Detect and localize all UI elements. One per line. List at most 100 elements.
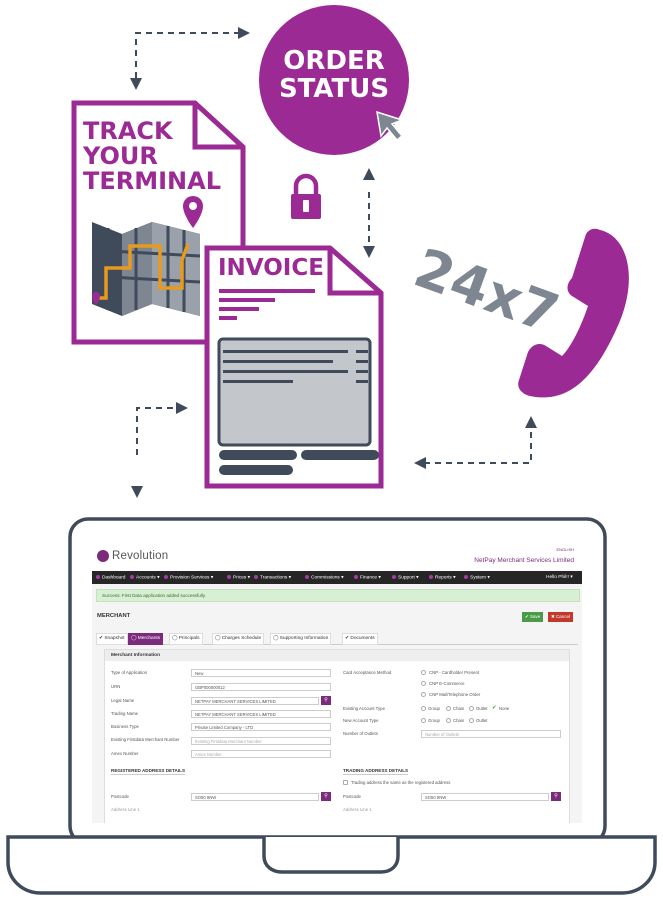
main-nav: Dashboard Accounts ▾ Provision Services … — [92, 571, 582, 584]
legal-name-label: Legal Name — [111, 698, 135, 703]
order-status-label: ORDER STATUS — [272, 47, 396, 103]
urn-field[interactable]: GBP000000012 — [191, 683, 331, 691]
registered-address-line-label: Address Line 1 — [111, 807, 140, 812]
tab-supporting-information[interactable]: ◯ Supporting Information — [270, 633, 332, 645]
nav-provision[interactable]: Provision Services ▾ — [164, 574, 213, 580]
merchant-panel: Merchant Information Type of Application… — [104, 649, 570, 823]
outlets-field[interactable]: Number of Outlets — [421, 730, 561, 738]
panel-header: Merchant Information — [105, 650, 569, 661]
business-type-select[interactable]: Private Limited Company - LTD — [191, 723, 331, 731]
trading-search-icon[interactable]: ⚲ — [551, 792, 561, 801]
nav-support[interactable]: Support ▾ — [392, 574, 419, 580]
user-menu[interactable]: Hello Phil!! ▾ — [546, 575, 573, 580]
radio-ecommerce[interactable] — [421, 681, 426, 686]
same-address-label: Trading address the same as the register… — [351, 780, 451, 785]
nav-system[interactable]: System ▾ — [464, 574, 490, 580]
radio-existing-group[interactable] — [421, 706, 426, 711]
registered-postcode-label: Postcode — [111, 794, 129, 799]
option-mail-order: CNP Mail/Telephone Order — [429, 692, 481, 697]
accounts-icon — [130, 574, 134, 579]
panel-title: Merchant Information — [111, 653, 161, 658]
arrow-head-down — [131, 486, 143, 498]
nav-prices[interactable]: Prices ▾ — [227, 574, 250, 580]
radio-new-chain[interactable] — [446, 718, 451, 723]
order-status-line1: ORDER — [283, 46, 385, 76]
trading-address-title: TRADING ADDRESS DETAILS — [343, 768, 409, 775]
card-method-label: Card Acceptance Method — [343, 670, 392, 675]
radio-cardholder-present[interactable] — [421, 670, 426, 675]
app-logo[interactable]: Revolution — [112, 550, 168, 562]
map-icon — [91, 222, 201, 316]
nav-accounts[interactable]: Accounts ▾ — [130, 574, 159, 580]
success-alert: Success: First Data application added su… — [96, 589, 580, 602]
registered-address-title: REGISTERED ADDRESS DETAILS — [111, 768, 186, 775]
trading-name-field[interactable]: NETPAY MERCHANT SERVICES LIMITED — [191, 710, 331, 718]
track-line3: TERMINAL — [83, 167, 222, 195]
type-select[interactable]: New — [191, 669, 331, 677]
support-icon — [392, 574, 396, 579]
page-title: MERCHANT — [97, 613, 131, 619]
transactions-icon — [254, 574, 258, 579]
order-status-line2: STATUS — [278, 74, 390, 104]
language-selector[interactable]: ENGLISH — [556, 547, 574, 552]
option-cardholder-present: CNP - Cardholder Present — [429, 670, 480, 675]
same-address-checkbox[interactable] — [343, 780, 348, 785]
arrow-head-down — [363, 246, 375, 258]
tab-snapshot[interactable]: ✔ Snapshot — [96, 633, 128, 645]
track-line2: YOUR — [83, 142, 158, 170]
company-name: NetPay Merchant Services Limited — [474, 557, 574, 564]
track-line1: TRACK — [83, 117, 173, 145]
search-icon[interactable]: ⚲ — [321, 696, 331, 705]
legal-name-field[interactable]: NETPAY MERCHANT SERVICES LIMITED — [191, 697, 319, 705]
nav-commissions[interactable]: Commissions ▾ — [305, 574, 344, 580]
tab-bar: ✔ Snapshot ◯ Merchants ◯ Principals ◯ Ch… — [96, 631, 578, 645]
tab-principals[interactable]: ◯ Principals — [169, 633, 203, 645]
option-new-outlet: Outlet — [476, 718, 488, 723]
amex-label: Amex Number — [111, 751, 139, 756]
registered-search-icon[interactable]: ⚲ — [321, 792, 331, 801]
option-existing-group: Group — [428, 706, 440, 711]
logo-icon — [97, 550, 109, 562]
type-label: Type of Application — [111, 670, 148, 675]
arrow-head-up — [363, 168, 375, 180]
tab-merchants[interactable]: ◯ Merchants — [128, 633, 164, 645]
track-terminal-label: TRACK YOUR TERMINAL — [83, 119, 221, 194]
save-button[interactable]: ✔ Save — [522, 612, 544, 622]
option-existing-none[interactable]: None — [499, 706, 509, 711]
nav-reports[interactable]: Reports ▾ — [429, 574, 456, 580]
option-ecommerce: CNP E-Commerce — [429, 681, 465, 686]
trading-postcode-field[interactable]: SO50 9NW — [421, 793, 549, 801]
amex-field[interactable]: Amex Number — [191, 750, 331, 758]
nav-transactions[interactable]: Transactions ▾ — [254, 574, 291, 580]
radio-mail-order[interactable] — [421, 692, 426, 697]
invoice-table — [217, 337, 372, 447]
firstdata-field[interactable]: Existing Firstdata Merchant Number — [191, 737, 331, 745]
registered-postcode-field[interactable]: SO50 9NW — [191, 793, 319, 801]
option-new-chain: Chain — [453, 718, 465, 723]
nav-finance[interactable]: Finance ▾ — [354, 574, 381, 580]
tab-documents[interactable]: ✔ Documents — [342, 633, 378, 645]
trading-address-line-label: Address Line 1 — [343, 807, 372, 812]
prices-icon — [227, 574, 231, 579]
existing-type-label: Existing Account Type — [343, 706, 385, 711]
urn-label: URN — [111, 684, 121, 689]
nav-dashboard[interactable]: Dashboard — [96, 574, 125, 580]
outlets-label: Number of Outlets — [343, 731, 378, 736]
arrow-head-up — [525, 416, 537, 428]
check-icon: ✔ — [492, 705, 497, 711]
app-screen: Revolution ENGLISH NetPay Merchant Servi… — [92, 541, 582, 823]
lock-icon — [291, 173, 321, 219]
commissions-icon — [305, 574, 309, 579]
option-existing-chain: Chain — [453, 706, 465, 711]
alert-text: Success: First Data application added su… — [102, 593, 206, 598]
new-type-label: New Account Type — [343, 718, 379, 723]
arrow-head-down — [130, 78, 142, 90]
tab-charges-schedule[interactable]: ◯ Charges Schedule — [212, 633, 265, 645]
radio-existing-chain[interactable] — [446, 706, 451, 711]
radio-new-group[interactable] — [421, 718, 426, 723]
radio-new-outlet[interactable] — [469, 718, 474, 723]
finance-icon — [354, 574, 358, 579]
provision-icon — [164, 574, 168, 579]
cancel-button[interactable]: ✖ Cancel — [548, 612, 574, 622]
radio-existing-outlet[interactable] — [469, 706, 474, 711]
